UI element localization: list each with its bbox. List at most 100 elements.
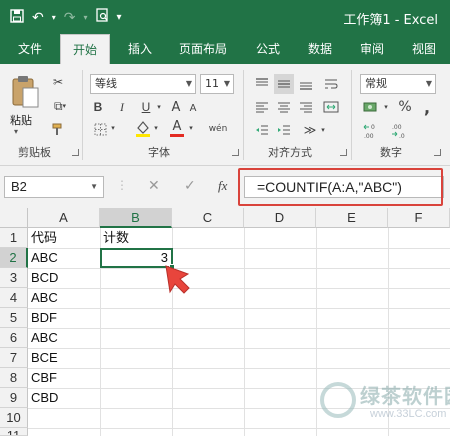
row-header-3[interactable]: 3: [0, 268, 28, 288]
column-header-e[interactable]: E: [316, 208, 388, 228]
format-painter-icon[interactable]: [48, 120, 68, 140]
wrap-text-icon[interactable]: [322, 74, 340, 94]
undo-icon[interactable]: ↶: [32, 9, 44, 27]
cell-a2[interactable]: ABC: [28, 248, 100, 268]
fill-color-dropdown-icon[interactable]: ▾: [152, 122, 160, 134]
grow-font-button[interactable]: A: [168, 97, 184, 117]
paste-button-label[interactable]: 粘贴: [10, 112, 32, 128]
orientation-icon[interactable]: ≫: [300, 120, 320, 140]
cell-a1[interactable]: 代码: [28, 228, 100, 248]
increase-decimal-icon[interactable]: 0.00: [360, 120, 384, 142]
number-format-select[interactable]: 常规 ▼: [360, 74, 436, 94]
align-right-icon[interactable]: [296, 97, 316, 117]
align-center-icon[interactable]: [274, 97, 294, 117]
customize-qat-icon[interactable]: ▾: [117, 9, 122, 27]
shrink-font-button[interactable]: A: [186, 99, 200, 117]
cut-icon[interactable]: ✂: [48, 72, 68, 92]
select-all-corner[interactable]: [0, 208, 28, 228]
cell-a4[interactable]: ABC: [28, 288, 100, 308]
phonetic-guide-button[interactable]: wén: [208, 120, 228, 138]
column-header-c[interactable]: C: [172, 208, 244, 228]
middle-align-icon[interactable]: [274, 74, 294, 94]
tab-review[interactable]: 审阅: [350, 34, 394, 64]
svg-text:.0: .0: [399, 133, 405, 140]
font-color-dropdown-icon[interactable]: ▾: [187, 122, 195, 134]
name-box[interactable]: B2 ▼: [4, 176, 104, 198]
row-header-5[interactable]: 5: [0, 308, 28, 328]
number-launcher-icon[interactable]: [434, 149, 441, 156]
clipboard-group-label: 剪贴板: [18, 146, 51, 159]
bottom-align-icon[interactable]: [296, 74, 316, 94]
decrease-decimal-icon[interactable]: .00.0: [388, 120, 412, 142]
undo-dropdown-icon[interactable]: ▾: [52, 9, 56, 27]
row-header-1[interactable]: 1: [0, 228, 28, 248]
comma-style-button[interactable]: ,: [418, 97, 436, 117]
accounting-dropdown-icon[interactable]: ▾: [382, 101, 390, 113]
enter-icon[interactable]: ✓: [184, 178, 196, 194]
save-icon[interactable]: [10, 8, 24, 28]
font-color-icon[interactable]: A: [168, 118, 186, 138]
paste-dropdown-icon[interactable]: ▾: [14, 127, 18, 136]
redo-icon[interactable]: ↷: [64, 9, 76, 27]
row-header-7[interactable]: 7: [0, 348, 28, 368]
cell-a6[interactable]: ABC: [28, 328, 100, 348]
row-header-9[interactable]: 9: [0, 388, 28, 408]
tab-home[interactable]: 开始: [60, 34, 110, 64]
font-color-swatch: [170, 133, 184, 137]
borders-icon[interactable]: [92, 120, 108, 138]
column-header-d[interactable]: D: [244, 208, 316, 228]
percent-button[interactable]: %: [396, 97, 414, 117]
font-name-select[interactable]: 等线 ▼: [90, 74, 196, 94]
cancel-icon[interactable]: ✕: [148, 178, 160, 194]
redo-dropdown-icon[interactable]: ▾: [83, 9, 87, 27]
row-header-8[interactable]: 8: [0, 368, 28, 388]
merge-center-icon[interactable]: [320, 97, 342, 117]
cell-a8[interactable]: CBF: [28, 368, 100, 388]
tab-formulas[interactable]: 公式: [246, 34, 290, 64]
gridline: [244, 228, 245, 436]
underline-button[interactable]: U: [138, 97, 154, 117]
decrease-indent-icon[interactable]: [252, 120, 272, 140]
underline-dropdown-icon[interactable]: ▾: [155, 101, 163, 113]
ribbon-tabs: 文件 开始 插入 页面布局 公式 数据 审阅 视图: [0, 34, 450, 64]
print-preview-icon[interactable]: [95, 8, 109, 28]
watermark: 绿茶软件园 www.33LC.com: [318, 376, 450, 432]
insert-function-button[interactable]: fx: [218, 178, 227, 194]
cell-a3[interactable]: BCD: [28, 268, 100, 288]
tab-file[interactable]: 文件: [8, 34, 52, 64]
tab-insert[interactable]: 插入: [118, 34, 162, 64]
row-header-2[interactable]: 2: [0, 248, 28, 268]
tab-page-layout[interactable]: 页面布局: [170, 34, 236, 64]
row-header-4[interactable]: 4: [0, 288, 28, 308]
font-size-select[interactable]: 11 ▼: [200, 74, 234, 94]
increase-indent-icon[interactable]: [274, 120, 294, 140]
column-header-a[interactable]: A: [28, 208, 100, 228]
orientation-dropdown-icon[interactable]: ▾: [319, 124, 327, 136]
fill-color-icon[interactable]: [134, 118, 152, 138]
row-header-11[interactable]: 11: [0, 428, 28, 436]
cell-a5[interactable]: BDF: [28, 308, 100, 328]
italic-button[interactable]: I: [114, 97, 130, 117]
cell-a9[interactable]: CBD: [28, 388, 100, 408]
watermark-url: www.33LC.com: [370, 408, 447, 420]
watermark-logo-icon: [320, 382, 356, 418]
tab-view[interactable]: 视图: [402, 34, 446, 64]
alignment-launcher-icon[interactable]: [340, 149, 347, 156]
clipboard-launcher-icon[interactable]: [72, 149, 79, 156]
borders-dropdown-icon[interactable]: ▾: [109, 122, 117, 134]
tab-data[interactable]: 数据: [298, 34, 342, 64]
row-header-10[interactable]: 10: [0, 408, 28, 428]
column-header-f[interactable]: F: [388, 208, 450, 228]
bold-button[interactable]: B: [90, 97, 106, 117]
accounting-format-icon[interactable]: [360, 97, 382, 117]
paste-icon[interactable]: [8, 72, 42, 112]
column-header-b[interactable]: B: [100, 208, 172, 228]
cell-b1[interactable]: 计数: [100, 228, 172, 248]
row-header-6[interactable]: 6: [0, 328, 28, 348]
align-left-icon[interactable]: [252, 97, 272, 117]
copy-icon[interactable]: ⧉ ▾: [48, 96, 72, 116]
top-align-icon[interactable]: [252, 74, 272, 94]
svg-text:.00: .00: [392, 124, 402, 131]
font-launcher-icon[interactable]: [232, 149, 239, 156]
cell-a7[interactable]: BCE: [28, 348, 100, 368]
